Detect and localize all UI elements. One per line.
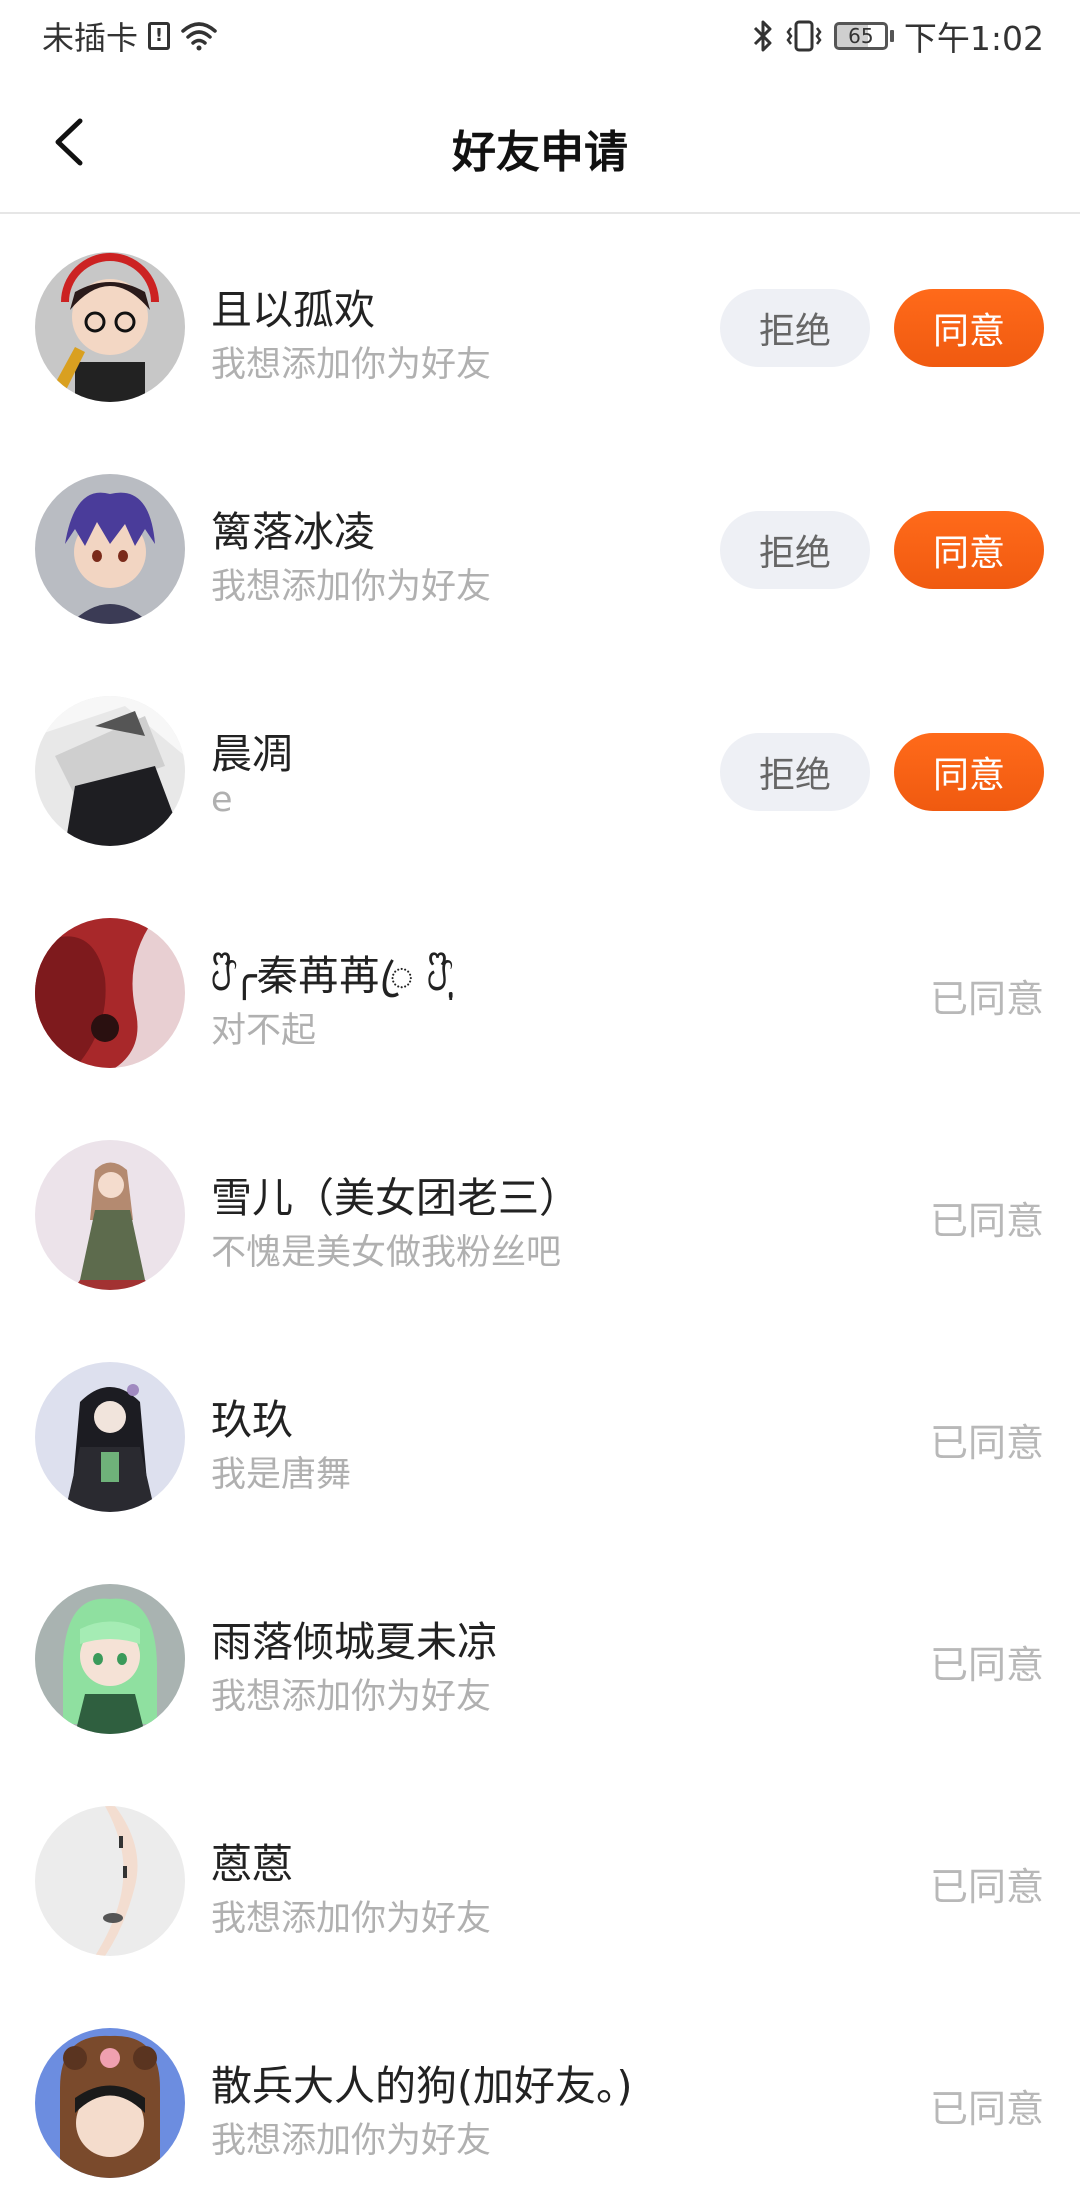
title-bar: 好友申请 xyxy=(0,72,1080,214)
status-right: 65 下午1:02 xyxy=(752,12,1044,60)
reject-button[interactable]: 拒绝 xyxy=(720,733,870,811)
accept-button[interactable]: 同意 xyxy=(894,289,1044,367)
accepted-status: 已同意 xyxy=(929,1643,1044,1687)
requester-name: 且以孤欢 xyxy=(211,286,375,334)
request-message: 我想添加你为好友 xyxy=(211,1677,492,1717)
requester-name: 蒽蒽 xyxy=(211,1840,293,1888)
reject-button[interactable]: 拒绝 xyxy=(720,511,870,589)
accepted-status: 已同意 xyxy=(929,1199,1044,1243)
status-bar: 未插卡 ! 65 下午1:02 xyxy=(0,0,1080,72)
battery-cap xyxy=(889,30,894,42)
friend-request-item: 散兵大人的狗(加好友。) 我想添加你为好友 已同意 xyxy=(0,1990,1080,2212)
requester-name: 雨落倾城夏未凉 xyxy=(211,1618,498,1666)
request-message: 我是唐舞 xyxy=(211,1455,352,1495)
sim-alert-icon: ! xyxy=(148,22,171,50)
requester-name: 散兵大人的狗(加好友。) xyxy=(211,2062,633,2110)
battery-icon: 65 xyxy=(833,22,894,50)
reject-button[interactable]: 拒绝 xyxy=(720,289,870,367)
request-message: 我想添加你为好友 xyxy=(211,1899,492,1939)
avatar[interactable] xyxy=(35,918,185,1068)
battery-level: 65 xyxy=(833,22,888,50)
avatar[interactable] xyxy=(35,1584,185,1734)
friend-request-item: 晨凋 e 拒绝 同意 xyxy=(0,658,1080,880)
status-left: 未插卡 ! xyxy=(42,13,218,59)
avatar[interactable] xyxy=(35,474,185,624)
friend-request-item: 且以孤欢 我想添加你为好友 拒绝 同意 xyxy=(0,214,1080,436)
requester-name: 晨凋 xyxy=(211,730,293,778)
request-message: 我想添加你为好友 xyxy=(211,567,492,607)
vibrate-icon xyxy=(784,19,824,53)
friend-request-item: 雨落倾城夏未凉 我想添加你为好友 已同意 xyxy=(0,1546,1080,1768)
request-message: 我想添加你为好友 xyxy=(211,345,492,385)
avatar[interactable] xyxy=(35,1806,185,1956)
accepted-status: 已同意 xyxy=(929,977,1044,1021)
page-title: 好友申请 xyxy=(452,127,628,178)
requester-name: 篱落冰凌 xyxy=(211,508,375,556)
wifi-icon xyxy=(180,21,218,51)
friend-request-list[interactable]: 且以孤欢 我想添加你为好友 拒绝 同意 篱落冰凌 我想添加你为好友 拒绝 同意 xyxy=(0,214,1080,2212)
friend-request-item: 雪儿（美女团老三） 不愧是美女做我粉丝吧 已同意 xyxy=(0,1102,1080,1324)
friend-request-item: ᦔᩚ╭秦苒苒ꦿ ᦔᩚ ̣̩ 对不起 已同意 xyxy=(0,880,1080,1102)
avatar[interactable] xyxy=(35,2028,185,2178)
accepted-status: 已同意 xyxy=(929,1421,1044,1465)
request-message: 不愧是美女做我粉丝吧 xyxy=(211,1233,562,1273)
avatar[interactable] xyxy=(35,696,185,846)
friend-request-item: 蒽蒽 我想添加你为好友 已同意 xyxy=(0,1768,1080,1990)
requester-name: 玖玖 xyxy=(211,1396,293,1444)
friend-request-item: 玖玖 我是唐舞 已同意 xyxy=(0,1324,1080,1546)
request-message: 我想添加你为好友 xyxy=(211,2121,492,2161)
avatar[interactable] xyxy=(35,1362,185,1512)
bluetooth-icon xyxy=(752,19,774,53)
accept-button[interactable]: 同意 xyxy=(894,733,1044,811)
accept-button[interactable]: 同意 xyxy=(894,511,1044,589)
accepted-status: 已同意 xyxy=(929,2087,1044,2131)
request-message: 对不起 xyxy=(211,1011,317,1051)
accepted-status: 已同意 xyxy=(929,1865,1044,1909)
carrier-label: 未插卡 xyxy=(42,19,139,57)
status-time: 下午1:02 xyxy=(903,19,1044,58)
avatar[interactable] xyxy=(35,252,185,402)
request-message: e xyxy=(211,780,233,820)
friend-request-item: 篱落冰凌 我想添加你为好友 拒绝 同意 xyxy=(0,436,1080,658)
avatar[interactable] xyxy=(35,1140,185,1290)
requester-name: 雪儿（美女团老三） xyxy=(211,1174,580,1222)
